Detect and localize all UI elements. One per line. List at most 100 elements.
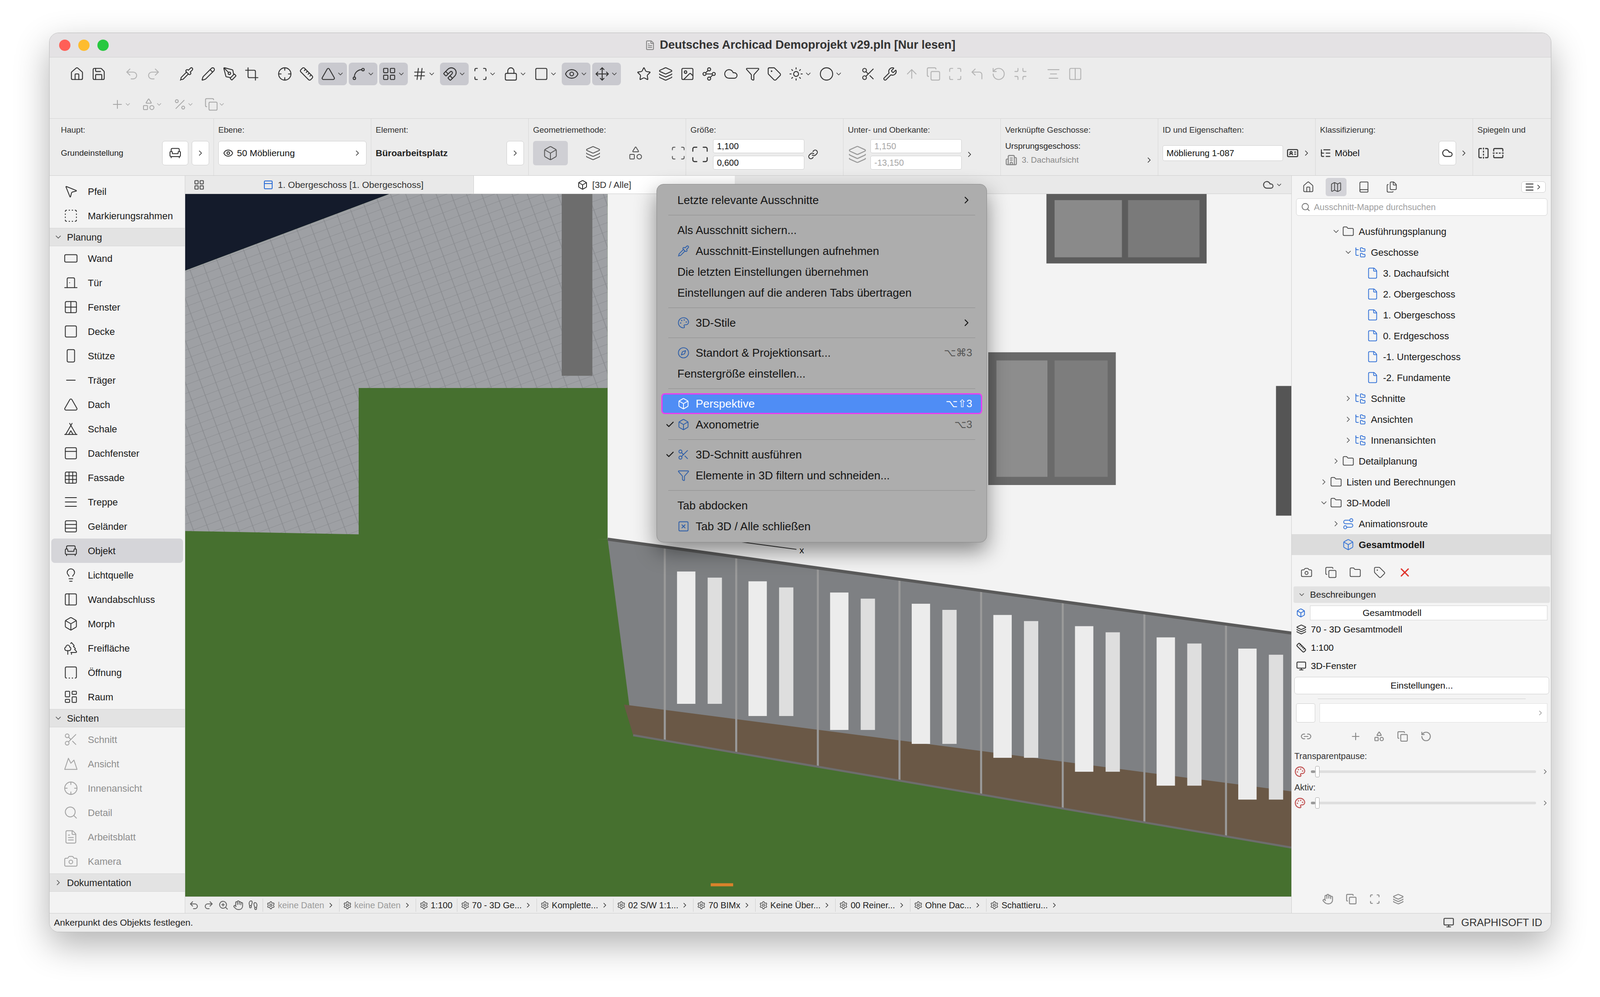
navigation-icon[interactable]	[188, 899, 200, 910]
menu-item[interactable]: 3D-Schnitt ausführen	[661, 443, 983, 465]
navigation-icon[interactable]	[233, 899, 244, 910]
menu-icon[interactable]	[1524, 181, 1535, 193]
menu-item[interactable]: Standort & Projektionsart...⌥⌘3	[661, 342, 983, 364]
toolbox-item[interactable]: Markierungsrahmen	[51, 203, 184, 228]
status-item[interactable]: 70 BIMx	[693, 898, 751, 912]
brand[interactable]: GRAPHISOFT ID	[1461, 914, 1543, 930]
navigator-action-icon[interactable]	[1324, 566, 1337, 579]
toolbar-button[interactable]	[204, 97, 226, 112]
toolbox-item[interactable]: Objekt	[51, 538, 184, 563]
toolbar-button[interactable]	[241, 62, 262, 86]
tree-item[interactable]: 3D-Modell	[1291, 492, 1552, 514]
toolbar-button[interactable]	[764, 62, 785, 86]
navigation-icon[interactable]	[247, 899, 259, 910]
toolbar-button[interactable]	[470, 62, 500, 86]
mirror-icon[interactable]	[1477, 146, 1490, 160]
toolbox-item[interactable]: Dachfenster	[51, 440, 184, 466]
toolbar-button[interactable]	[66, 62, 87, 86]
menu-item[interactable]: Tab abdocken	[661, 494, 983, 516]
tree-item[interactable]: Innenansichten	[1291, 429, 1552, 451]
toolbox-item[interactable]: Raum	[51, 684, 184, 709]
layout-preview[interactable]	[1296, 703, 1316, 723]
menu-item[interactable]: Perspektive⌥⇧3	[661, 393, 983, 414]
display-icon[interactable]	[1443, 916, 1455, 928]
toolbox-section[interactable]: Sichten	[49, 708, 185, 727]
name-field[interactable]: Gesamtmodell	[1310, 605, 1548, 620]
layout-action-icon[interactable]	[1420, 730, 1432, 742]
navigation-icon[interactable]	[203, 899, 214, 910]
toolbar-button[interactable]	[945, 62, 966, 86]
tree-item[interactable]: 3. Dachaufsicht	[1291, 262, 1552, 284]
status-item[interactable]: Keine Über...	[755, 898, 832, 912]
toolbar-button[interactable]	[348, 62, 378, 86]
tree-item[interactable]: 1. Obergeschoss	[1291, 304, 1552, 326]
id-field[interactable]: Möblierung 1-087	[1162, 145, 1284, 161]
layout-field[interactable]	[1319, 703, 1548, 723]
status-item[interactable]: 02 S/W 1:1...	[613, 898, 690, 912]
info-button[interactable]	[506, 140, 524, 166]
toolbox-item[interactable]: Kamera	[51, 848, 184, 874]
navigation-icon[interactable]	[218, 899, 229, 910]
tree-item[interactable]: 0. Erdgeschoss	[1291, 325, 1552, 347]
toolbar-button[interactable]	[1043, 62, 1064, 86]
toolbar-button[interactable]	[988, 62, 1009, 86]
zoom-button[interactable]	[97, 39, 109, 51]
navigator-mode[interactable]	[1325, 177, 1347, 197]
menu-item[interactable]: Axonometrie⌥3	[661, 413, 983, 435]
view-tab[interactable]: 1. Obergeschoss [1. Obergeschoss]	[213, 175, 474, 194]
toolbar-button[interactable]	[531, 62, 560, 86]
bottom-action-icon[interactable]	[1392, 893, 1404, 905]
toolbar-button[interactable]	[1065, 62, 1086, 86]
toolbar-button[interactable]	[858, 62, 879, 86]
toolbar-button[interactable]	[409, 62, 439, 86]
bottom-action-icon[interactable]	[1345, 893, 1357, 905]
toolbar-button[interactable]	[141, 97, 163, 112]
toolbox-item[interactable]: Schnitt	[51, 726, 184, 752]
layout-action-icon[interactable]	[1350, 730, 1362, 742]
toolbar-button[interactable]	[296, 62, 317, 86]
view-options-icon[interactable]	[1262, 179, 1274, 191]
menu-item[interactable]: Tab 3D / Alle schließen	[661, 515, 983, 537]
tree-item[interactable]: 2. Obergeschoss	[1291, 283, 1552, 305]
toolbox-item[interactable]: Decke	[51, 319, 184, 344]
status-item[interactable]: 00 Reiner...	[835, 898, 906, 912]
status-item[interactable]: keine Daten	[339, 898, 412, 912]
menu-item[interactable]: Einstellungen auf die anderen Tabs übert…	[661, 282, 983, 304]
number-field[interactable]: 1,100	[713, 139, 805, 154]
menu-item[interactable]: Elemente in 3D filtern und schneiden...	[661, 464, 983, 486]
toolbar-button[interactable]	[633, 62, 654, 86]
tree-item[interactable]: -2. Fundamente	[1291, 366, 1552, 388]
properties-icon[interactable]	[1286, 146, 1299, 160]
menu-item[interactable]: Letzte relevante Ausschnitte	[661, 189, 983, 211]
slider-track[interactable]	[1310, 770, 1537, 773]
status-item[interactable]: Schattieru...	[986, 898, 1059, 912]
navigator-action-icon[interactable]	[1349, 566, 1362, 579]
layer-field[interactable]: 50 Möblierung	[218, 140, 367, 166]
search-field[interactable]: Ausschnitt-Mappe durchsuchen	[1296, 198, 1548, 216]
toolbox-item[interactable]: Wandabschluss	[51, 586, 184, 612]
geometry-button[interactable]	[660, 140, 696, 166]
status-item[interactable]: 70 - 3D Ge...	[456, 898, 533, 912]
toolbar-button[interactable]	[786, 62, 815, 86]
toolbox-item[interactable]: Wand	[51, 246, 184, 271]
toolbar-button[interactable]	[198, 62, 219, 86]
toolbox-section[interactable]: Dokumentation	[49, 873, 185, 892]
toolbar-button[interactable]	[561, 62, 591, 86]
toolbar-button[interactable]	[742, 62, 763, 86]
toolbox-item[interactable]: Freifläche	[51, 635, 184, 660]
layout-action-icon[interactable]	[1300, 730, 1312, 742]
toolbar-button[interactable]	[901, 62, 922, 86]
status-item[interactable]: Ohne Dac...	[910, 898, 983, 912]
toolbar-button[interactable]	[592, 62, 621, 86]
bottom-action-icon[interactable]	[1369, 893, 1381, 905]
default-button[interactable]	[162, 140, 189, 166]
toolbox-item[interactable]: Arbeitsblatt	[51, 824, 184, 849]
toolbox-item[interactable]: Pfeil	[51, 179, 184, 204]
status-item[interactable]: Komplette...	[536, 898, 609, 912]
toolbar-button[interactable]	[816, 62, 846, 86]
toolbar-button[interactable]	[880, 62, 900, 86]
menu-item[interactable]: Fenstergröße einstellen...	[661, 363, 983, 384]
toolbox-item[interactable]: Schale	[51, 416, 184, 441]
geometry-button[interactable]	[533, 140, 568, 166]
status-item[interactable]: keine Daten	[262, 898, 335, 912]
